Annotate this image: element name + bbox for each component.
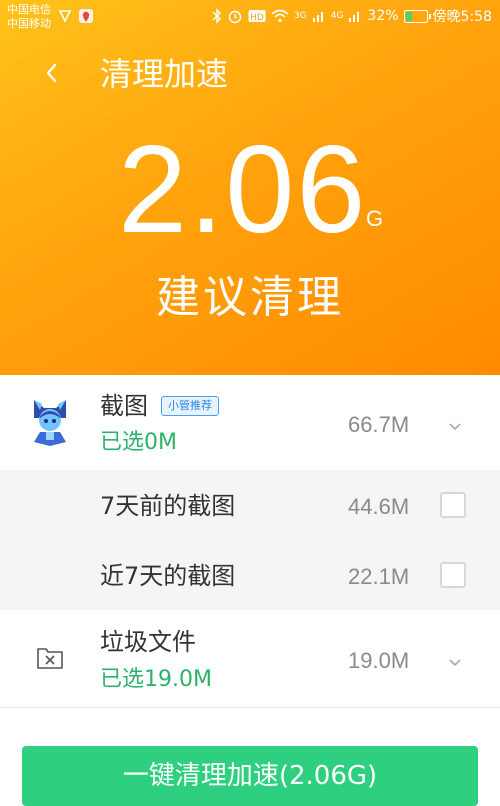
item-label: 7天前的截图 [100, 492, 236, 520]
item-checkbox[interactable] [440, 492, 466, 518]
clean-advice: 建议清理 [156, 272, 344, 323]
status-bar: 中国电信 中国移动 HD 3G 4G 32% 傍晚5:58 [0, 0, 500, 34]
junk-size-value: 2.06 [118, 121, 368, 259]
clock: 傍晚5:58 [432, 9, 492, 25]
page-title: 清理加速 [100, 55, 229, 93]
chevron-down-icon[interactable] [447, 654, 463, 670]
carrier-info: 中国电信 中国移动 [7, 3, 51, 31]
status-left-icons [58, 8, 94, 24]
battery-icon [403, 9, 431, 23]
location-app-icon [79, 9, 93, 23]
carrier-2: 中国移动 [7, 17, 51, 30]
group-selected-screenshots: 已选0M [100, 430, 177, 455]
group-title-junk: 垃圾文件 [100, 628, 196, 656]
group-size-screenshots: 66.7M [348, 412, 410, 437]
svg-text:HD: HD [250, 13, 264, 23]
recommend-badge: 小管推荐 [161, 396, 219, 416]
group-size-junk: 19.0M [348, 648, 410, 673]
item-size: 44.6M [348, 494, 410, 519]
signal-icon-1 [312, 12, 323, 22]
wifi-icon [271, 9, 289, 23]
screenshot-group-header[interactable]: 截图 小管推荐 已选0M 66.7M [0, 376, 500, 470]
carrier-1: 中国电信 [7, 3, 51, 16]
junk-group-header[interactable]: 垃圾文件 已选19.0M 19.0M [0, 610, 500, 708]
header-banner: 中国电信 中国移动 HD 3G 4G 32% 傍晚5:58 清理加速 2.06 … [0, 0, 500, 375]
hd-icon: HD [248, 10, 266, 23]
junk-size-unit: G [366, 206, 384, 231]
alarm-icon [228, 10, 242, 24]
chevron-down-icon[interactable] [447, 418, 463, 434]
item-checkbox[interactable] [440, 562, 466, 588]
signal-icon-2 [349, 12, 360, 22]
list-item[interactable]: 近7天的截图 22.1M [0, 540, 500, 610]
status-right: HD 3G 4G 32% 傍晚5:58 [212, 6, 492, 26]
network-type-2: 4G [330, 10, 344, 21]
group-selected-junk: 已选19.0M [100, 667, 212, 692]
network-type-1: 3G [294, 10, 307, 21]
assistant-mascot-icon [34, 400, 66, 446]
one-click-clean-button[interactable]: 一键清理加速(2.06G) [22, 746, 478, 806]
junk-file-icon [37, 648, 63, 669]
vpn-shield-icon [58, 10, 72, 23]
list-item[interactable]: 7天前的截图 44.6M [0, 470, 500, 540]
back-arrow-icon[interactable] [38, 56, 68, 90]
group-title-screenshots: 截图 [100, 392, 148, 420]
item-label: 近7天的截图 [100, 562, 236, 590]
bluetooth-icon [212, 8, 222, 24]
item-size: 22.1M [348, 564, 410, 589]
battery-percent: 32% [367, 8, 399, 24]
